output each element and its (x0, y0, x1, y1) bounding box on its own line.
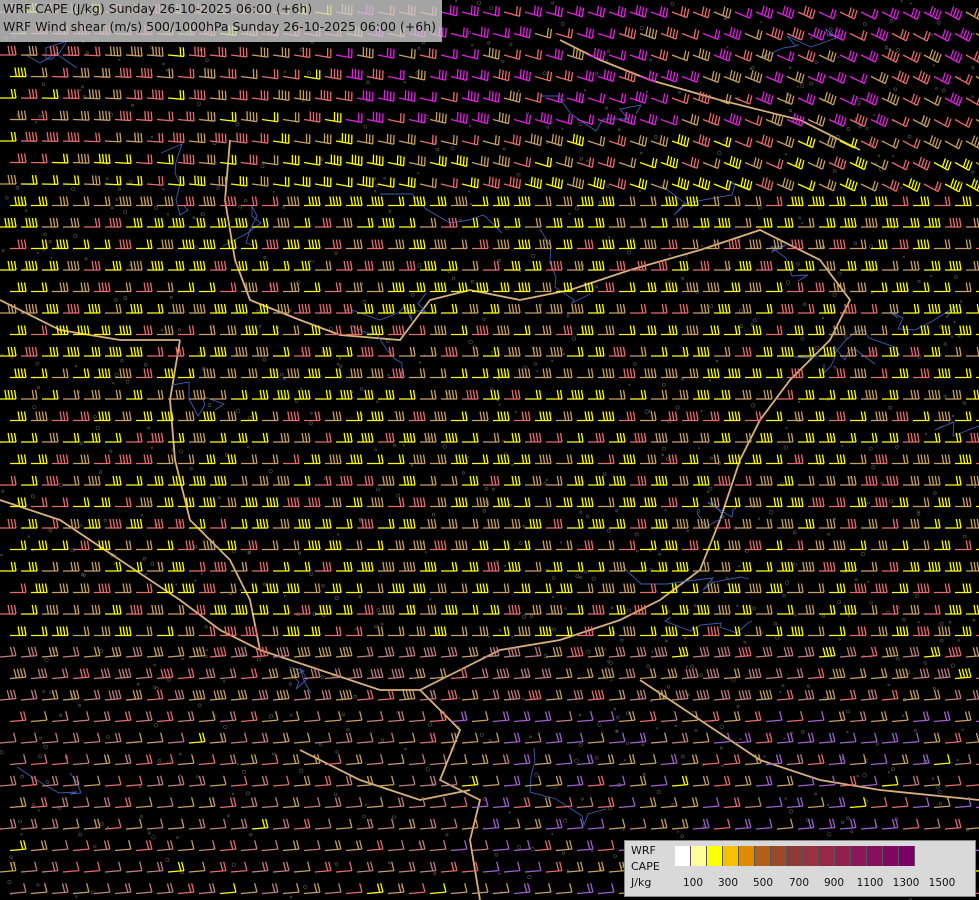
legend-model-label: WRF (631, 844, 656, 857)
legend-unit-label: J/kg (631, 876, 652, 889)
legend-swatch (739, 846, 755, 866)
legend-swatch (819, 846, 835, 866)
legend-swatch (883, 846, 899, 866)
legend-swatch (851, 846, 867, 866)
legend-tick-label: 1100 (856, 877, 884, 889)
legend-swatch (803, 846, 819, 866)
cape-title: WRF CAPE (J/kg) Sunday 26-10-2025 06:00 … (3, 1, 313, 16)
legend-swatch (771, 846, 787, 866)
legend-tick-label: 1500 (928, 877, 956, 889)
wind-shear-map (0, 0, 979, 900)
cape-legend: WRF CAPE J/kg 100 300 500 700 900 1100 1300 150… (624, 840, 976, 897)
legend-swatch (723, 846, 739, 866)
shear-title: WRF Wind shear (m/s) 500/1000hPa Sunday … (3, 19, 436, 34)
legend-tick-label: 300 (717, 877, 739, 889)
legend-tick-label: 900 (823, 877, 845, 889)
legend-variable-label: CAPE (631, 860, 660, 873)
map-title-box: WRF CAPE (J/kg) Sunday 26-10-2025 06:00 … (0, 0, 442, 42)
legend-swatch (707, 846, 723, 866)
legend-color-scale (675, 846, 915, 866)
legend-swatch (675, 846, 691, 866)
legend-swatch (691, 846, 707, 866)
legend-tick-label: 500 (752, 877, 774, 889)
legend-swatch (867, 846, 883, 866)
legend-tick-label: 100 (682, 877, 704, 889)
legend-swatch (835, 846, 851, 866)
legend-swatch (899, 846, 915, 866)
legend-tick-label: 1300 (892, 877, 920, 889)
legend-swatch (755, 846, 771, 866)
legend-swatch (787, 846, 803, 866)
legend-tick-label: 700 (788, 877, 810, 889)
